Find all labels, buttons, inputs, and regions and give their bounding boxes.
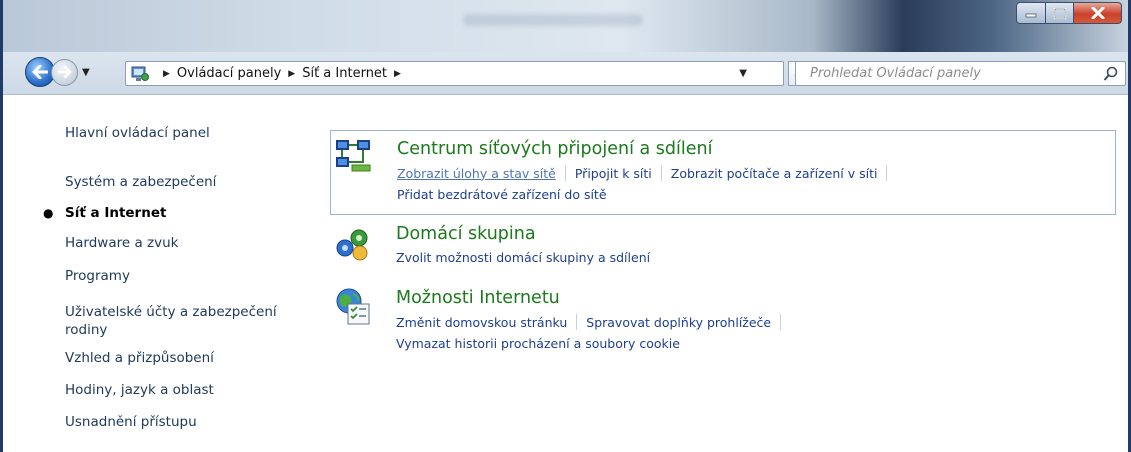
link-change-home-page[interactable]: Změnit domovskou stránku (396, 315, 567, 330)
address-bar[interactable]: ▶ Ovládací panely ▶ Síť a Internet ▶ ▼ (125, 61, 784, 86)
window-controls (1016, 2, 1122, 24)
close-icon (1091, 7, 1104, 19)
link-view-network-status[interactable]: Zobrazit úlohy a stav sítě (397, 166, 556, 181)
search-icon[interactable] (1103, 66, 1119, 82)
breadcrumb-control-panel[interactable]: Ovládací panely (177, 66, 281, 81)
sidebar-item-control-panel-home[interactable]: Hlavní ovládací panel (65, 124, 295, 142)
sidebar: Hlavní ovládací panel Systém a zabezpeče… (3, 96, 308, 452)
links-row: Zvolit možnosti domácí skupiny a sdílení (396, 250, 650, 265)
link-homegroup-sharing-options[interactable]: Zvolit možnosti domácí skupiny a sdílení (396, 250, 650, 265)
address-history-dropdown[interactable]: ▼ (739, 68, 747, 79)
link-separator (780, 314, 782, 330)
main-content: Centrum síťových připojení a sdílení Zob… (308, 96, 1128, 452)
maximize-button[interactable] (1046, 2, 1074, 24)
network-center-icon (336, 140, 371, 172)
address-toolbar: ▼ ▶ Ovládací panely ▶ Síť a Internet ▶ ▼… (3, 52, 1128, 95)
group-title-homegroup[interactable]: Domácí skupina (396, 224, 536, 244)
homegroup-icon (336, 229, 368, 261)
close-button[interactable] (1074, 2, 1122, 24)
group-internet-options: Možnosti Internetu Změnit domovskou strá… (330, 284, 1116, 364)
sidebar-item-system-security[interactable]: Systém a zabezpečení (65, 173, 295, 191)
current-item-bullet-icon: ● (43, 206, 54, 220)
recent-pages-dropdown[interactable]: ▼ (82, 67, 90, 78)
link-separator (660, 165, 662, 181)
group-network-sharing-center: Centrum síťových připojení a sdílení Zob… (330, 130, 1116, 215)
group-title-internet-options[interactable]: Možnosti Internetu (396, 288, 560, 308)
sidebar-item-clock-language-region[interactable]: Hodiny, jazyk a oblast (65, 381, 295, 399)
maximize-icon (1053, 7, 1066, 19)
internet-options-icon (336, 288, 370, 325)
breadcrumb-separator-icon[interactable]: ▶ (288, 69, 295, 79)
links-row: Přidat bezdrátové zařízení do sítě (397, 187, 607, 202)
back-arrow-icon (32, 65, 48, 79)
link-add-wireless-device[interactable]: Přidat bezdrátové zařízení do sítě (397, 187, 607, 202)
search-box[interactable]: Prohledat Ovládací panely (795, 61, 1126, 86)
minimize-icon (1025, 13, 1037, 18)
link-connect-to-network[interactable]: Připojit k síti (575, 166, 652, 181)
group-title-network-sharing-center[interactable]: Centrum síťových připojení a sdílení (397, 139, 712, 159)
sidebar-item-appearance[interactable]: Vzhled a přizpůsobení (65, 349, 295, 367)
title-bar-blur (463, 14, 643, 26)
forward-button[interactable] (51, 58, 78, 86)
links-row: Zobrazit úlohy a stav sítě Připojit k sí… (397, 165, 896, 181)
breadcrumb-separator-icon[interactable]: ▶ (394, 69, 401, 79)
sidebar-item-programs[interactable]: Programy (65, 267, 295, 285)
forward-arrow-icon (57, 66, 71, 78)
link-delete-browsing-history[interactable]: Vymazat historii procházení a soubory co… (396, 336, 680, 351)
links-row: Změnit domovskou stránku Spravovat doplň… (396, 314, 790, 330)
sidebar-item-hardware-sound[interactable]: Hardware a zvuk (65, 234, 295, 252)
sidebar-item-user-accounts[interactable]: Uživatelské účty a zabezpečení rodiny (65, 303, 280, 339)
link-manage-add-ons[interactable]: Spravovat doplňky prohlížeče (586, 315, 771, 330)
link-separator (886, 165, 888, 181)
title-bar[interactable] (3, 0, 1128, 52)
group-homegroup: Domácí skupina Zvolit možnosti domácí sk… (330, 220, 1116, 270)
link-separator (576, 314, 578, 330)
breadcrumb-separator-icon[interactable]: ▶ (163, 69, 170, 79)
link-view-network-computers[interactable]: Zobrazit počítače a zařízení v síti (671, 166, 878, 181)
links-row: Vymazat historii procházení a soubory co… (396, 336, 680, 351)
control-panel-icon (131, 66, 149, 81)
sidebar-item-ease-of-access[interactable]: Usnadnění přístupu (65, 413, 295, 431)
navigation-buttons: ▼ (25, 57, 90, 87)
breadcrumb-network-internet[interactable]: Síť a Internet (302, 66, 387, 81)
control-panel-window: ▼ ▶ Ovládací panely ▶ Síť a Internet ▶ ▼… (0, 0, 1131, 452)
search-input[interactable]: Prohledat Ovládací panely (810, 66, 981, 81)
sidebar-item-network-internet[interactable]: Síť a Internet (65, 204, 295, 222)
link-separator (564, 165, 566, 181)
minimize-button[interactable] (1016, 2, 1046, 24)
